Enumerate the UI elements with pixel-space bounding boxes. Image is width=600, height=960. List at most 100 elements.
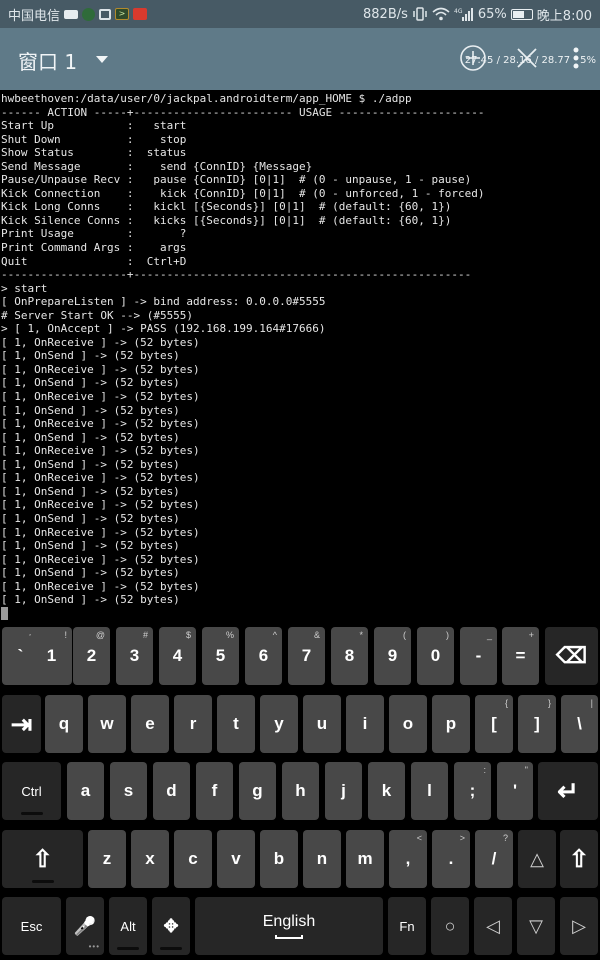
key-=[interactable]: = + [502, 627, 539, 685]
enter-key[interactable]: ↵ [538, 762, 598, 820]
key-label: y [274, 714, 284, 733]
key-h[interactable]: h [282, 762, 319, 820]
key-5[interactable]: 5% [202, 627, 239, 685]
key-8[interactable]: 8 * [331, 627, 368, 685]
window-title[interactable]: 窗口 1 [18, 46, 77, 75]
terminal-app-icon: > [115, 8, 130, 20]
key-label: 7 [301, 646, 312, 665]
key-label: ○ [444, 915, 456, 936]
key-label: k [381, 781, 392, 800]
key-alt-label: % [225, 630, 234, 640]
key-m[interactable]: m [346, 830, 384, 888]
key-.[interactable]: . > [432, 830, 470, 888]
key-k[interactable]: k [368, 762, 405, 820]
arrow-down-key[interactable]: ▽ [517, 897, 555, 955]
key-s[interactable]: s [110, 762, 147, 820]
key-u[interactable]: u [303, 695, 341, 753]
key-o[interactable]: o [389, 695, 427, 753]
key-][interactable]: ]} [518, 695, 556, 753]
terminal-line: ------ ACTION -----+--------------------… [1, 105, 485, 119]
key-,[interactable]: , < [389, 830, 427, 888]
clock: 晚上8:00 [536, 8, 592, 24]
key-label: 1 [46, 646, 57, 665]
key-alt-label: @ [95, 630, 105, 640]
key-a[interactable]: a [67, 762, 104, 820]
key-label: x [145, 849, 155, 868]
key-'[interactable]: ' " [497, 762, 533, 820]
key-label: Ctrl [21, 783, 42, 799]
dpad-key[interactable]: ✥ [152, 897, 190, 955]
space-key[interactable]: English [195, 897, 383, 955]
ctrl-key[interactable]: Ctrl [2, 762, 61, 820]
shift-right-key[interactable]: ⇧ [560, 830, 598, 888]
key-q[interactable]: q [45, 695, 83, 753]
key-3[interactable]: 3 # [116, 627, 153, 685]
key-i[interactable]: i [346, 695, 384, 753]
modifier-indicator [31, 880, 54, 883]
home-key[interactable]: ○ [431, 897, 469, 955]
key-9[interactable]: 9( [374, 627, 411, 685]
key-l[interactable]: l [411, 762, 448, 820]
key-t[interactable]: t [217, 695, 255, 753]
terminal-line: Print Command Args : args [1, 241, 187, 255]
key-6[interactable]: 6 ^ [245, 627, 282, 685]
key-label: j [341, 781, 346, 800]
key-y[interactable]: y [260, 695, 298, 753]
key-;[interactable]: ;: [454, 762, 491, 820]
key-alt-label: > [459, 833, 465, 843]
alt-key[interactable]: Alt [109, 897, 147, 955]
terminal-output[interactable]: hwbeethoven:/data/user/0/jackpal.android… [0, 90, 600, 622]
key-label: t [233, 714, 239, 733]
key-/[interactable]: /? [475, 830, 513, 888]
key-d[interactable]: d [153, 762, 190, 820]
key-f[interactable]: f [196, 762, 233, 820]
key-label: ↵ [557, 775, 579, 806]
shift-left-key[interactable]: ⇧ [2, 830, 83, 888]
backspace-key[interactable]: ⌫ [545, 627, 598, 685]
key-e[interactable]: e [131, 695, 169, 753]
arrow-up-key[interactable]: △ [518, 830, 556, 888]
fn-key[interactable]: Fn [388, 897, 426, 955]
key-1[interactable]: 1! [31, 627, 72, 685]
key-[[interactable]: [{ [475, 695, 513, 753]
terminal-line: [ 1, OnSend ] -> (52 bytes) [1, 457, 180, 471]
key--[interactable]: - _ [460, 627, 497, 685]
terminal-line: [ OnPrepareListen ] -> bind address: 0.0… [1, 295, 326, 309]
tab-key[interactable]: ⇥ [2, 695, 41, 753]
esc-key[interactable]: Esc [2, 897, 61, 955]
key-g[interactable]: g [239, 762, 276, 820]
key-r[interactable]: r [174, 695, 212, 753]
key-alt-label: ? [502, 833, 508, 843]
key-\[interactable]: \ | [561, 695, 598, 753]
arrow-right-key[interactable]: ▷ [560, 897, 598, 955]
space-bar-icon [275, 935, 303, 939]
key-label: p [445, 714, 457, 733]
key-n[interactable]: n [303, 830, 341, 888]
key-j[interactable]: j [325, 762, 362, 820]
modifier-indicator [117, 947, 139, 950]
key-c[interactable]: c [174, 830, 212, 888]
key-b[interactable]: b [260, 830, 298, 888]
key-label: 6 [258, 646, 269, 665]
key-x[interactable]: x [131, 830, 169, 888]
key-label: z [102, 849, 112, 868]
mic-key[interactable]: 🎤 ••• [66, 897, 104, 955]
key-p[interactable]: p [432, 695, 470, 753]
key-0[interactable]: 0) [417, 627, 454, 685]
window-dropdown-arrow-icon[interactable] [96, 56, 108, 63]
key-label: g [252, 781, 263, 800]
key-alt-label: < [416, 833, 422, 843]
key-2[interactable]: 2 @ [73, 627, 110, 685]
key-7[interactable]: 7 & [288, 627, 325, 685]
key-4[interactable]: 4 $ [159, 627, 196, 685]
key-v[interactable]: v [217, 830, 255, 888]
key-label: 9 [387, 646, 398, 665]
key-label: ▷ [572, 915, 586, 936]
cell-signal-icon: 4G [454, 8, 473, 21]
terminal-line: Print Usage : ? [1, 227, 187, 241]
key-z[interactable]: z [88, 830, 126, 888]
carrier-name: 中国电信 [8, 8, 61, 24]
key-w[interactable]: w [88, 695, 126, 753]
arrow-left-key[interactable]: ◁ [474, 897, 512, 955]
key-alt-label: * [359, 630, 363, 640]
